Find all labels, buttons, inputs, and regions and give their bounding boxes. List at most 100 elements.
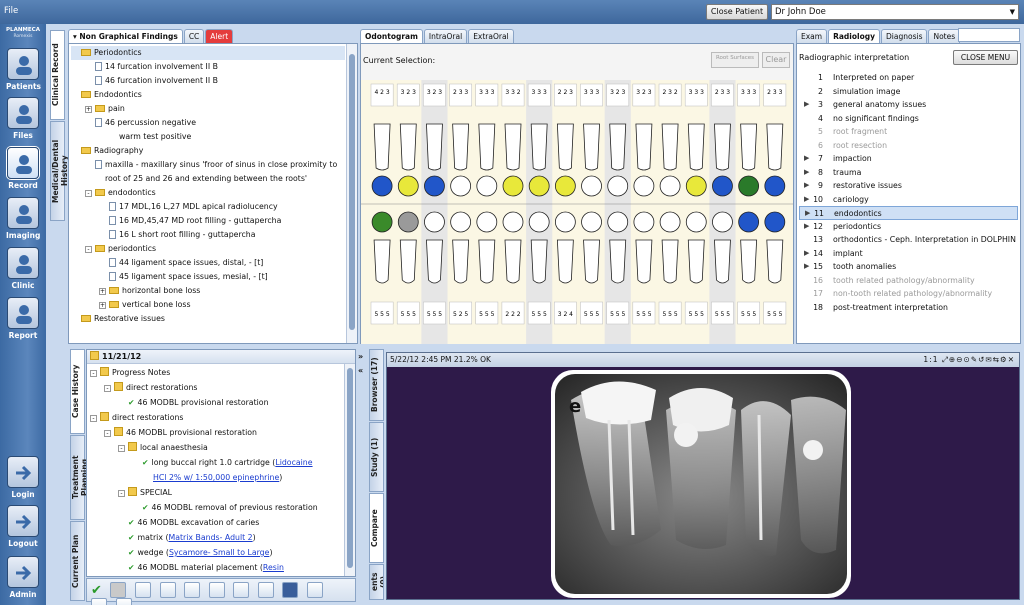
clear-button[interactable]: Clear	[762, 52, 790, 68]
close-patient-button[interactable]: Close Patient	[706, 4, 768, 20]
history-row[interactable]: ✔ matrix (Matrix Bands- Adult 2)	[90, 530, 343, 545]
print-icon[interactable]	[257, 582, 274, 598]
radiology-item[interactable]: ▶ 15 tooth anomalies	[799, 260, 1018, 274]
radiology-item[interactable]: ▶ 3 general anatomy issues	[799, 98, 1018, 112]
collapse-icon[interactable]: -	[90, 370, 97, 377]
tab-cc[interactable]: CC	[183, 29, 205, 43]
radiology-item[interactable]: 6 root resection	[799, 139, 1018, 153]
finding-row[interactable]: warm test positive	[71, 130, 345, 144]
document-view-icon[interactable]	[282, 582, 299, 598]
link-icon[interactable]: ⇆	[993, 355, 1000, 364]
tab-non-graphical-findings[interactable]: ▾ Non Graphical Findings	[68, 29, 183, 43]
tab-compare[interactable]: Compare	[369, 493, 384, 563]
radiology-item[interactable]: 5 root fragment	[799, 125, 1018, 139]
history-row[interactable]: ✔ 46 MODBL excavation of caries	[90, 515, 343, 530]
approve-check-icon[interactable]: ✔	[91, 583, 102, 598]
finding-row[interactable]: 16 MD,45,47 MD root filling - guttaperch…	[71, 214, 345, 228]
xray-viewer[interactable]: 5/22/12 2:45 PM 21.2% OK 1:1 ⤢⊕⊖⊙✎↺✉⇆⚙✕ …	[386, 352, 1020, 600]
nav-login-button[interactable]: Login	[6, 456, 40, 499]
history-row[interactable]: - direct restorations	[90, 380, 343, 395]
nav-clinic-button[interactable]: Clinic	[6, 247, 40, 290]
magnify-icon[interactable]: ⊙	[963, 355, 970, 364]
finding-row[interactable]: Periodontics	[71, 46, 345, 60]
finding-row[interactable]: Endodontics	[71, 88, 345, 102]
radiology-item[interactable]: 17 non-tooth related pathology/abnormalit…	[799, 287, 1018, 301]
history-row[interactable]: ✔ 46 MODBL removal of previous restoratio…	[90, 500, 343, 515]
tab-study[interactable]: Study (1)	[369, 422, 384, 492]
history-date-row[interactable]: 11/21/12	[87, 350, 355, 364]
history-row[interactable]: ✔ long buccal right 1.0 cartridge (Lidoca…	[90, 455, 343, 470]
history-row[interactable]: - direct restorations	[90, 410, 343, 425]
tab-intraoral[interactable]: IntraOral	[423, 29, 468, 43]
tooth-icon[interactable]	[159, 582, 176, 598]
tab-clinical-record[interactable]: Clinical Record	[50, 30, 65, 120]
spellcheck-icon[interactable]	[233, 582, 250, 598]
finding-row[interactable]: maxilla - maxillary sinus 'froor of sinu…	[71, 158, 345, 172]
tab-treatment-planning[interactable]: Treatment Planning	[70, 435, 89, 520]
image-view-icon[interactable]	[306, 582, 323, 598]
scroll-thumb[interactable]	[349, 54, 355, 330]
finding-row[interactable]: + pain	[71, 102, 345, 116]
radiology-item[interactable]: ▶ 10 cariology	[799, 193, 1018, 207]
odontogram-chart[interactable]: 4 2 3 5 5 5 3 2 3 5 5 5 3 2 3 5 5 5 2 3 3 5 2 5…	[361, 80, 793, 344]
tab-exam[interactable]: Exam	[796, 29, 828, 43]
tab-alert[interactable]: Alert	[205, 29, 234, 43]
expand-icon[interactable]: +	[85, 106, 92, 113]
close-icon[interactable]: ✕	[1008, 355, 1015, 364]
tab-diagnosis[interactable]: Diagnosis	[881, 29, 928, 43]
collapse-icon[interactable]: -	[118, 445, 125, 452]
finding-row[interactable]: - periodontics	[71, 242, 345, 256]
tab-notes[interactable]: Notes	[928, 29, 961, 43]
radiology-item[interactable]: ▶ 7 impaction	[799, 152, 1018, 166]
tab-case-history[interactable]: Case History	[70, 349, 85, 434]
tab-current-plan[interactable]: Current Plan	[70, 521, 85, 601]
finding-row[interactable]: root of 25 and 26 and extending between …	[71, 172, 345, 186]
tab-medical-dental-history[interactable]: Medical/Dental History	[50, 121, 69, 221]
patient-select[interactable]: Dr John Doe ▼	[771, 4, 1019, 20]
expand-icon[interactable]: +	[99, 288, 106, 295]
history-row[interactable]: Modified Glass Ionomer Photac Fil Q	[90, 575, 343, 576]
history-row[interactable]: - local anaesthesia	[90, 440, 343, 455]
close-menu-button[interactable]: CLOSE MENU	[953, 50, 1018, 65]
collapse-icon[interactable]: -	[104, 430, 111, 437]
comment-icon[interactable]: ✉	[985, 355, 992, 364]
finding-row[interactable]: 16 L short root filling - guttapercha	[71, 228, 345, 242]
grid-view-icon[interactable]	[91, 598, 107, 605]
findings-scrollbar[interactable]	[346, 44, 357, 343]
delete-icon[interactable]	[110, 582, 127, 598]
nav-admin-button[interactable]: Admin	[6, 556, 40, 599]
history-scrollbar[interactable]	[344, 364, 355, 576]
material-link[interactable]: Resin	[263, 563, 284, 572]
finding-row[interactable]: 46 furcation involvement II B	[71, 74, 345, 88]
history-row[interactable]: -46 MODBL provisional restoration	[90, 425, 343, 440]
history-row[interactable]: - Progress Notes	[90, 365, 343, 380]
nav-record-button[interactable]: Record	[6, 147, 40, 190]
history-row[interactable]: ✔ 46 MODBL material placement (Resin	[90, 560, 343, 575]
collapse-icon[interactable]: -	[104, 385, 111, 392]
history-row[interactable]: ✔ 46 MODBL provisional restoration	[90, 395, 343, 410]
tab-odontogram[interactable]: Odontogram	[360, 29, 423, 43]
finding-row[interactable]: - endodontics	[71, 186, 345, 200]
nav-report-button[interactable]: Report	[6, 297, 40, 340]
material-link[interactable]: Matrix Bands- Adult 2	[168, 533, 252, 542]
radiology-item[interactable]: 1 Interpreted on paper	[799, 71, 1018, 85]
collapse-icon[interactable]: -	[85, 246, 92, 253]
radiology-item[interactable]: 4 no significant findings	[799, 112, 1018, 126]
root-surfaces-button[interactable]: Root Surfaces	[711, 52, 759, 68]
finding-row[interactable]: + horizontal bone loss	[71, 284, 345, 298]
radiology-item[interactable]: ▶ 9 restorative issues	[799, 179, 1018, 193]
nav-logout-button[interactable]: Logout	[6, 505, 40, 548]
material-link[interactable]: HCl 2% w/ 1:50,000 epinephrine	[153, 473, 279, 482]
tab-radiology[interactable]: Radiology	[828, 29, 881, 43]
finding-row[interactable]: Radiography	[71, 144, 345, 158]
tab-browser[interactable]: Browser (17)	[369, 349, 384, 421]
collapse-icon[interactable]: -	[85, 190, 92, 197]
expand-right-icon[interactable]: «	[358, 366, 363, 375]
finding-row[interactable]: Restorative issues	[71, 312, 345, 326]
radiology-item[interactable]: ▶ 8 trauma	[799, 166, 1018, 180]
expand-icon[interactable]: +	[99, 302, 106, 309]
finding-row[interactable]: 17 MDL,16 L,27 MDL apical radiolucency	[71, 200, 345, 214]
fit-icon[interactable]: ⤢	[942, 355, 949, 364]
radiology-item[interactable]: ▶ 14 implant	[799, 247, 1018, 261]
settings-icon[interactable]: ⚙	[1000, 355, 1008, 364]
